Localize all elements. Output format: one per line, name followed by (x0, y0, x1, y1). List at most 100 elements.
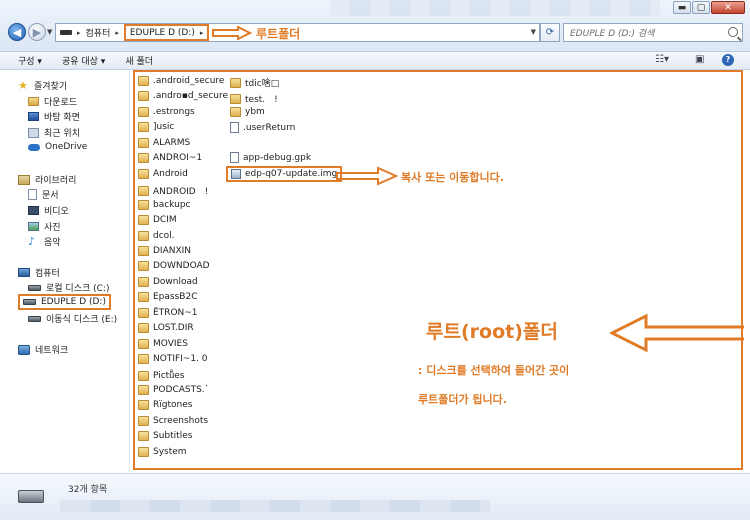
file-item[interactable]: Android (138, 169, 188, 179)
minimize-button[interactable]: ▬ (673, 1, 691, 14)
folder-icon (138, 200, 149, 210)
file-name: LOST.DIR (153, 323, 194, 333)
file-item[interactable]: ]usic (138, 122, 174, 132)
nav-videos[interactable]: 비디오 (28, 204, 69, 217)
help-icon[interactable]: ? (722, 54, 734, 66)
preview-pane-icon[interactable]: ▣ (695, 54, 704, 65)
nav-label: 즐겨찾기 (34, 82, 68, 92)
video-icon (28, 206, 39, 215)
file-name: ALARMS (153, 138, 191, 148)
folder-icon (230, 93, 241, 104)
file-item[interactable]: NOTIFI~1. 0 (138, 354, 208, 364)
share-with-button[interactable]: 공유 대상 ▾ (52, 54, 115, 67)
file-name: ]usic (153, 122, 175, 132)
folder-icon (138, 153, 149, 163)
nav-pictures[interactable]: 사진 (28, 220, 61, 233)
file-item[interactable]: LOST.DIR (138, 323, 194, 333)
nav-desktop[interactable]: 바탕 화면 (28, 110, 80, 123)
nav-removable-disk[interactable]: 이동식 디스크 (E:) (28, 312, 117, 325)
nav-local-disk[interactable]: 로컬 디스크 (C:) (28, 281, 109, 294)
folder-icon (138, 431, 149, 441)
maximize-button[interactable]: ▢ (692, 1, 710, 14)
nav-favorites[interactable]: ★ 즐겨찾기 (18, 79, 67, 92)
pane-divider[interactable] (129, 70, 130, 473)
annotation-copy-or-move: 복사 또는 이동합니다. (401, 171, 504, 184)
library-icon (18, 174, 30, 185)
file-item[interactable]: PODCASTS.` (138, 385, 209, 395)
file-name: PODCASTS.` (153, 385, 210, 395)
blurred-background (60, 500, 490, 512)
file-item[interactable]: DCIM (138, 215, 177, 225)
address-dropdown-icon[interactable]: ▼ (531, 28, 536, 36)
file-item[interactable]: ALARMS (138, 138, 190, 148)
file-item[interactable]: tdic啥□ (230, 76, 279, 89)
nav-eduple-drive[interactable]: EDUPLE D (D:) (18, 294, 111, 310)
file-item[interactable]: .userReturn (230, 122, 295, 133)
folder-icon (138, 215, 149, 225)
file-name: .android_secure (153, 76, 225, 86)
nav-computer[interactable]: 컴퓨터 (18, 266, 60, 279)
file-item[interactable]: dcol. (138, 231, 175, 241)
view-options-icon[interactable]: ☷▾ (655, 54, 669, 65)
search-icon[interactable] (728, 27, 738, 37)
file-item[interactable]: Screenshots (138, 416, 208, 426)
removable-drive-icon (28, 315, 41, 322)
file-item-highlighted[interactable]: edp-q07-update.img (226, 166, 343, 182)
nav-label: OneDrive (45, 142, 88, 152)
file-item[interactable]: ANDROID ! (138, 184, 208, 197)
file-item[interactable]: EpassB2C (138, 292, 197, 302)
nav-recent[interactable]: 최근 위치 (28, 126, 80, 139)
search-input[interactable]: EDUPLE D (D:) 검색 (563, 23, 743, 42)
file-name: ANDROID ! (153, 187, 209, 197)
forward-arrow-icon[interactable]: ▶ (28, 23, 46, 41)
file-name: Rïgtones (153, 400, 193, 410)
file-item[interactable]: MOVIES (138, 339, 188, 349)
breadcrumb-separator[interactable]: ▸ (200, 29, 204, 37)
nav-network[interactable]: 네트워크 (18, 343, 68, 356)
folder-icon (138, 246, 149, 256)
file-icon (230, 152, 239, 163)
file-item[interactable]: ybm (230, 107, 265, 117)
file-item[interactable]: test. ! (230, 92, 278, 105)
nav-documents[interactable]: 문서 (28, 188, 59, 201)
breadcrumb-computer[interactable]: 컴퓨터 (86, 26, 111, 39)
annotation-root-folder-top: 루트폴더 (256, 27, 301, 41)
file-item[interactable]: Pictuͤes (138, 370, 184, 381)
organize-button[interactable]: 구성 ▾ (0, 54, 52, 67)
file-item[interactable]: ËTRON~1 (138, 308, 198, 318)
file-item[interactable]: System (138, 447, 187, 457)
desktop-icon (28, 112, 39, 121)
network-icon (18, 344, 30, 355)
file-item[interactable]: ANDROI~1 (138, 153, 202, 163)
new-folder-button[interactable]: 새 폴더 (115, 54, 163, 67)
folder-icon (138, 370, 149, 381)
file-item[interactable]: DOWNDOAD (138, 261, 210, 271)
folder-icon (138, 261, 149, 271)
breadcrumb-separator[interactable]: ▸ (77, 29, 81, 37)
file-item[interactable]: .andro▪d_secure (138, 91, 228, 101)
folder-icon (138, 122, 149, 132)
folder-icon (138, 138, 149, 148)
file-item[interactable]: Download (138, 277, 198, 287)
nav-label: 로컬 디스크 (C:) (46, 284, 110, 294)
file-item[interactable]: .estrongs (138, 107, 195, 117)
file-name: Download (153, 277, 198, 287)
file-item[interactable]: Rïgtones (138, 400, 192, 410)
history-dropdown-icon[interactable]: ▼ (47, 28, 52, 36)
file-item[interactable]: Subtitles (138, 431, 192, 441)
breadcrumb-separator[interactable]: ▸ (115, 29, 119, 37)
nav-music[interactable]: ♪ 음악 (28, 235, 61, 248)
file-item[interactable]: app-debug.gpk (230, 152, 311, 163)
nav-downloads[interactable]: 다운로드 (28, 95, 77, 108)
file-item[interactable]: backupc (138, 200, 190, 210)
file-item[interactable]: .android_secure (138, 76, 224, 86)
nav-libraries[interactable]: 라이브러리 (18, 173, 76, 186)
file-item[interactable]: DIANXIN (138, 246, 191, 256)
refresh-icon[interactable]: ⟳ (540, 23, 560, 42)
breadcrumb-drive[interactable]: EDUPLE D (D:) (130, 28, 195, 38)
back-arrow-icon[interactable]: ◀ (8, 23, 26, 41)
file-name: test. ! (245, 95, 278, 105)
nav-onedrive[interactable]: OneDrive (28, 142, 87, 152)
file-name: System (153, 447, 187, 457)
close-button[interactable]: ✕ (711, 1, 745, 14)
